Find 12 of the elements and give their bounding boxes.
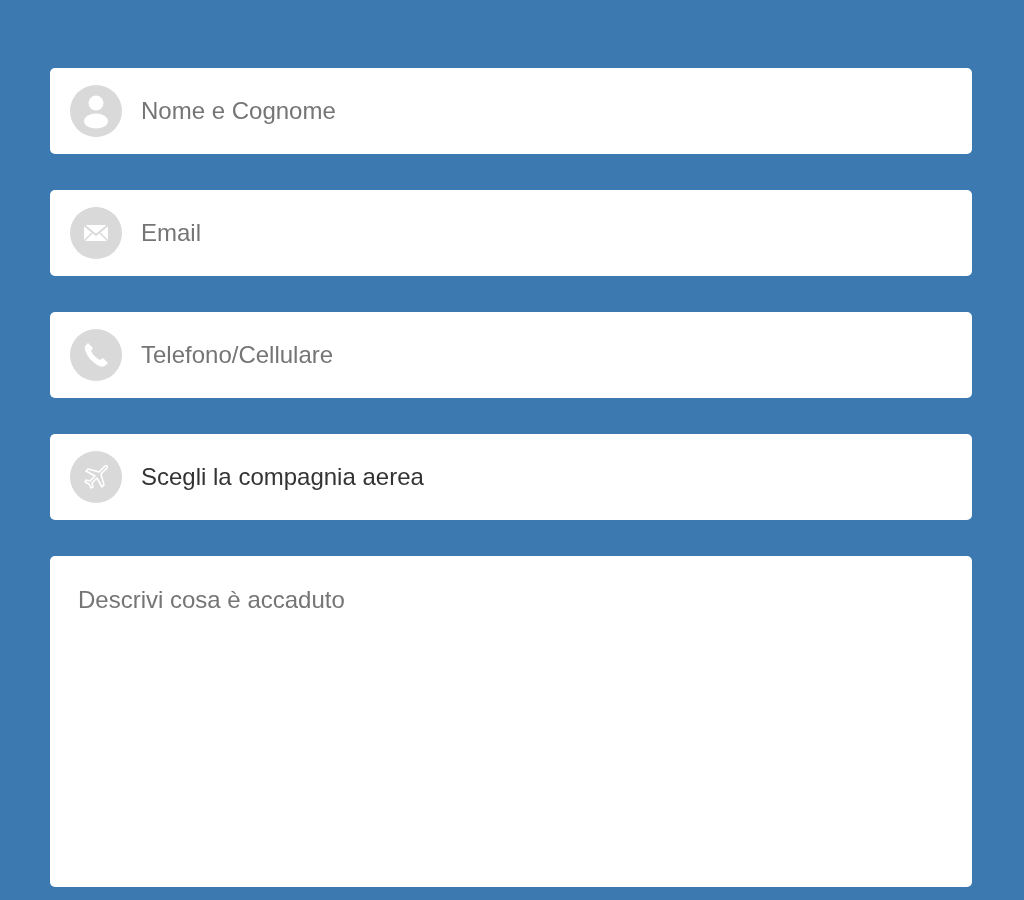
input-field[interactable]: Telefono/Cellulare [50, 312, 972, 398]
text-input[interactable]: Email [141, 219, 952, 247]
airplane-icon [70, 451, 122, 503]
input-field[interactable]: Email [50, 190, 972, 276]
text-input[interactable]: Nome e Cognome [141, 97, 952, 125]
select-field[interactable]: Scegli la compagnia aerea [50, 434, 972, 520]
message-field[interactable]: Descrivi cosa è accaduto [50, 556, 972, 887]
envelope-icon [70, 207, 122, 259]
input-field[interactable]: Nome e Cognome [50, 68, 972, 154]
phone-icon [70, 329, 122, 381]
person-icon [70, 85, 122, 137]
text-input[interactable]: Telefono/Cellulare [141, 341, 952, 369]
